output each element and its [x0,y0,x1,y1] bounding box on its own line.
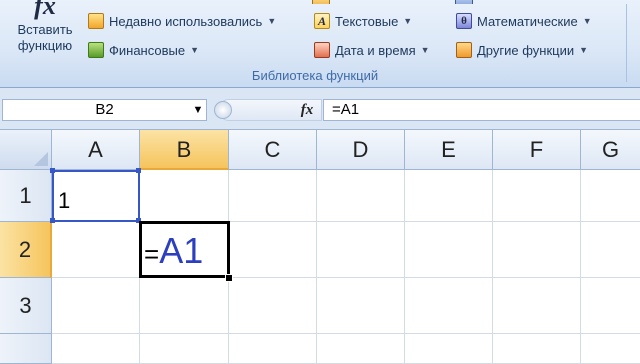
date-time-functions-button[interactable]: Дата и время ▼ [314,39,430,61]
cell-d3[interactable] [317,278,405,334]
cell-e3[interactable] [405,278,493,334]
formula-equals-sign: = [144,239,160,269]
chevron-down-icon: ▼ [190,45,200,55]
chevron-down-icon[interactable]: ▼ [190,99,206,121]
recent-functions-button[interactable]: Недавно использовались ▼ [88,10,276,32]
column-header-e[interactable]: E [405,130,493,170]
text-functions-button[interactable]: A Текстовые ▼ [314,10,412,32]
column-header-g[interactable]: G [581,130,640,170]
text-functions-icon: A [314,13,330,29]
cell-e2[interactable] [405,222,493,278]
name-box-splitter-handle[interactable] [214,101,232,119]
financial-functions-icon [88,42,104,58]
row-header-2[interactable]: 2 [0,222,52,278]
logical-functions-icon [312,0,330,4]
cell-d1[interactable] [317,170,405,222]
cell-a1-value: 1 [58,188,71,213]
insert-function-button[interactable]: fx Вставить функцию [8,0,82,66]
column-header-a[interactable]: A [52,130,140,170]
lookup-functions-icon [455,0,473,4]
cell-a2[interactable] [52,222,140,278]
cell-f3[interactable] [493,278,581,334]
other-functions-label: Другие функции [477,42,575,58]
function-library-group-label: Библиотека функций [251,68,379,83]
date-time-functions-label: Дата и время [335,42,416,58]
math-functions-icon: θ [456,13,472,29]
cell-f1[interactable] [493,170,581,222]
recent-functions-icon [88,13,104,29]
reference-handle[interactable] [136,168,141,173]
column-header-b[interactable]: B [140,130,229,170]
cell-c1[interactable] [229,170,317,222]
cell-g1[interactable] [581,170,640,222]
select-all-button[interactable] [0,130,52,170]
formulas-ribbon: fx Вставить функцию Недавно использовали… [0,0,640,88]
chevron-down-icon: ▼ [579,45,589,55]
cell-c3[interactable] [229,278,317,334]
name-box[interactable]: B2 [2,99,207,121]
cell-c2[interactable] [229,222,317,278]
cell-b1[interactable] [140,170,229,222]
chevron-down-icon: ▼ [582,16,592,26]
column-header-d[interactable]: D [317,130,405,170]
reference-handle[interactable] [50,218,55,223]
cell-a3[interactable] [52,278,140,334]
reference-handle[interactable] [50,168,55,173]
column-header-f[interactable]: F [493,130,581,170]
chevron-down-icon: ▼ [420,45,430,55]
cell-g3[interactable] [581,278,640,334]
cell-f2[interactable] [493,222,581,278]
cell-d2[interactable] [317,222,405,278]
recent-functions-label: Недавно использовались [109,13,263,29]
math-functions-button[interactable]: θ Математические ▼ [456,10,592,32]
math-functions-label: Математические [477,13,578,29]
financial-functions-label: Финансовые [109,42,186,58]
fx-icon: fx [34,0,56,20]
insert-function-label-2: функцию [17,38,73,53]
row-header-3[interactable]: 3 [0,278,52,334]
cell-g2[interactable] [581,222,640,278]
formula-bar: B2 ▼ fx =A1 [0,88,640,130]
other-functions-button[interactable]: Другие функции ▼ [456,39,588,61]
chevron-down-icon: ▼ [403,16,413,26]
text-functions-label: Текстовые [335,13,399,29]
worksheet-grid: A B C D E F G 1 2 3 1 =A1 [0,130,640,364]
row-header-1[interactable]: 1 [0,170,52,222]
chevron-down-icon: ▼ [267,16,277,26]
cell-b3[interactable] [140,278,229,334]
other-functions-icon [456,42,472,58]
cell-e1[interactable] [405,170,493,222]
fx-icon[interactable]: fx [297,99,317,121]
insert-function-label-1: Вставить [17,22,73,37]
formula-reference-a1: A1 [159,230,204,271]
group-separator [626,4,627,82]
date-time-functions-icon [314,42,330,58]
financial-functions-button[interactable]: Финансовые ▼ [88,39,199,61]
column-header-c[interactable]: C [229,130,317,170]
fill-handle[interactable] [225,274,233,282]
cell-b2-editor[interactable]: =A1 [144,226,203,276]
formula-input[interactable]: =A1 [323,99,640,121]
